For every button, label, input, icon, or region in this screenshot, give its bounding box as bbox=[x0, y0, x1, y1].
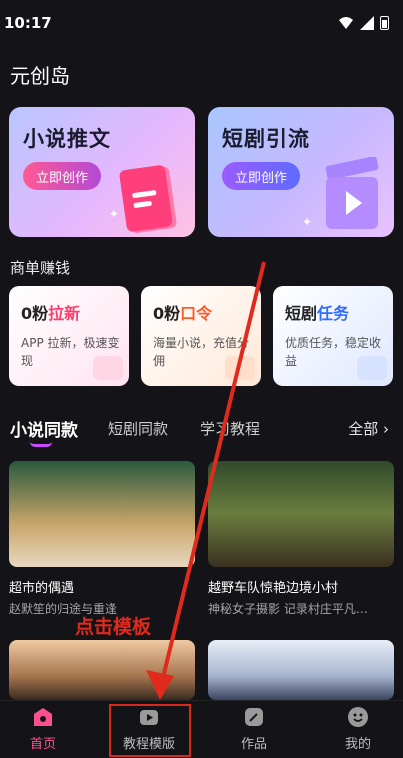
earn-card-title: 0粉口令 bbox=[153, 300, 212, 324]
thumbnail-image bbox=[208, 640, 394, 700]
nav-works[interactable]: 作品 bbox=[214, 705, 294, 752]
tab-drama-same[interactable]: 短剧同款 bbox=[108, 418, 168, 439]
annotation-highlight-box bbox=[109, 704, 191, 757]
tab-active-indicator bbox=[30, 442, 52, 447]
earn-card-title: 0粉拉新 bbox=[21, 300, 80, 324]
sparkle-icon: ✦ bbox=[109, 207, 120, 221]
edit-icon bbox=[245, 708, 263, 726]
tab-novel-same[interactable]: 小说同款 bbox=[10, 416, 78, 441]
nav-label: 我的 bbox=[344, 737, 371, 752]
status-bar: 10:17 bbox=[0, 0, 403, 46]
tab-tutorial[interactable]: 学习教程 bbox=[200, 418, 260, 439]
signal-icon bbox=[360, 16, 374, 30]
earn-title-prefix: 0粉 bbox=[153, 304, 181, 323]
card-title: 越野车队惊艳边境小村 bbox=[208, 581, 339, 596]
content-tabs: 小说同款 短剧同款 学习教程 全部 › bbox=[0, 412, 403, 452]
earn-card-referral[interactable]: 0粉拉新 APP 拉新，极速变现 bbox=[9, 286, 129, 386]
nav-profile[interactable]: 我的 bbox=[318, 705, 398, 752]
annotation-label: 点击模板 bbox=[75, 616, 152, 638]
content-card[interactable] bbox=[208, 640, 394, 700]
card-subtitle: 神秘女子摄影 记录村庄平凡… bbox=[208, 602, 368, 616]
thumbnail-image bbox=[9, 461, 195, 567]
hero-card-drama[interactable]: 短剧引流 立即创作 ✦ bbox=[208, 107, 394, 237]
earn-card-drama-task[interactable]: 短剧任务 优质任务，稳定收益 bbox=[273, 286, 393, 386]
bottom-nav: 首页 教程模版 作品 我的 bbox=[0, 700, 403, 758]
sparkle-icon: ✦ bbox=[302, 215, 313, 229]
card-title: 超市的偶遇 bbox=[9, 581, 75, 596]
earn-title-prefix: 短剧 bbox=[285, 304, 318, 323]
status-time: 10:17 bbox=[4, 14, 52, 32]
hero-title: 小说推文 bbox=[23, 127, 111, 151]
book-icon bbox=[119, 165, 177, 233]
create-now-button[interactable]: 立即创作 bbox=[222, 162, 300, 190]
earn-card-title: 短剧任务 bbox=[285, 300, 349, 324]
app-title: 元创岛 bbox=[10, 64, 70, 88]
earn-title-highlight: 拉新 bbox=[48, 304, 81, 323]
hero-card-novel[interactable]: 小说推文 立即创作 ✦ bbox=[9, 107, 195, 237]
wifi-icon bbox=[339, 17, 353, 29]
home-icon bbox=[34, 708, 52, 726]
clapperboard-icon bbox=[325, 157, 379, 229]
decoration bbox=[93, 356, 123, 380]
content-card[interactable]: 超市的偶遇 赵默笙的归途与重逢 bbox=[9, 461, 195, 617]
hero-title: 短剧引流 bbox=[222, 127, 310, 151]
nav-label: 首页 bbox=[29, 737, 56, 752]
thumbnail-image bbox=[9, 640, 195, 700]
smile-icon bbox=[348, 707, 368, 727]
thumbnail-image bbox=[208, 461, 394, 567]
section-label-earn: 商单赚钱 bbox=[10, 259, 71, 277]
view-all-link[interactable]: 全部 › bbox=[348, 418, 389, 439]
content-card[interactable]: 越野车队惊艳边境小村 神秘女子摄影 记录村庄平凡… bbox=[208, 461, 394, 617]
earn-title-highlight: 任务 bbox=[317, 304, 350, 323]
earn-title-highlight: 口令 bbox=[180, 304, 213, 323]
earn-title-prefix: 0粉 bbox=[21, 304, 49, 323]
content-card[interactable] bbox=[9, 640, 195, 700]
earn-card-code[interactable]: 0粉口令 海量小说，充值分佣 bbox=[141, 286, 261, 386]
create-now-button[interactable]: 立即创作 bbox=[23, 162, 101, 190]
status-icons bbox=[338, 15, 389, 31]
nav-home[interactable]: 首页 bbox=[3, 705, 83, 752]
play-icon bbox=[357, 356, 387, 380]
battery-icon bbox=[380, 16, 389, 30]
nav-label: 作品 bbox=[240, 737, 267, 752]
decoration bbox=[225, 356, 255, 380]
